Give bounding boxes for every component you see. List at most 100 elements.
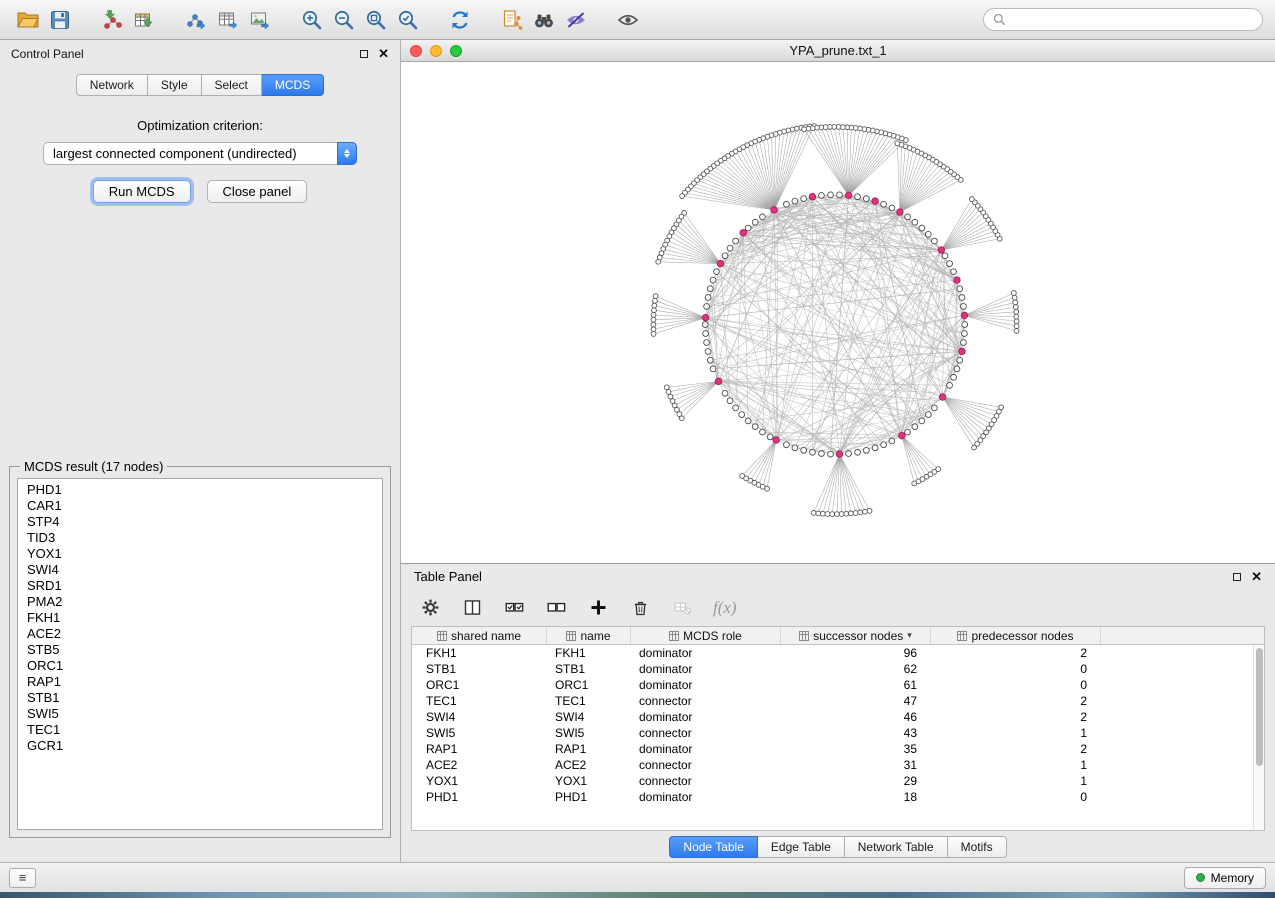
mcds-result-list[interactable]: PHD1CAR1STP4TID3YOX1SWI4SRD1PMA2FKH1ACE2… xyxy=(17,478,383,830)
table-cell-filler xyxy=(1101,741,1264,757)
open-session-button[interactable] xyxy=(12,4,44,36)
table-row[interactable]: SWI4SWI4dominator462 xyxy=(412,709,1264,725)
tab-style[interactable]: Style xyxy=(148,74,202,96)
criterion-dropdown-value: largest connected component (undirected) xyxy=(53,146,297,161)
table-vertical-scrollbar[interactable] xyxy=(1253,645,1264,830)
search-input[interactable] xyxy=(1011,13,1253,27)
table-cell: FKH1 xyxy=(547,645,631,661)
mcds-result-item[interactable]: CAR1 xyxy=(18,498,382,514)
table-cell: FKH1 xyxy=(412,645,547,661)
open-folder-icon xyxy=(16,8,40,32)
network-titlebar[interactable]: YPA_prune.txt_1 xyxy=(401,40,1275,62)
column-header-shared-name[interactable]: shared name xyxy=(412,627,547,644)
create-column-button[interactable] xyxy=(587,597,609,619)
tab-mcds[interactable]: MCDS xyxy=(262,74,324,96)
criterion-dropdown[interactable]: largest connected component (undirected) xyxy=(43,142,357,165)
hide-graphics-details-button[interactable] xyxy=(560,4,592,36)
column-header-predecessor-nodes[interactable]: predecessor nodes xyxy=(931,627,1101,644)
mcds-result-item[interactable]: STP4 xyxy=(18,514,382,530)
mcds-result-item[interactable]: SRD1 xyxy=(18,578,382,594)
zoom-out-button[interactable] xyxy=(328,4,360,36)
table-row[interactable]: PHD1PHD1dominator180 xyxy=(412,789,1264,805)
panel-menu-button[interactable]: ≡ xyxy=(9,868,36,888)
search-box[interactable] xyxy=(983,8,1263,31)
table-close-panel-icon[interactable]: ✕ xyxy=(1251,570,1262,583)
table-cell: connector xyxy=(631,757,781,773)
export-table-button[interactable] xyxy=(212,4,244,36)
show-graphics-details-button[interactable] xyxy=(612,4,644,36)
column-header-successor-nodes[interactable]: successor nodes ▾ xyxy=(781,627,931,644)
find-button[interactable] xyxy=(528,4,560,36)
table-tabbar: Node Table Edge Table Network Table Moti… xyxy=(401,831,1275,862)
table-cell-filler xyxy=(1101,693,1264,709)
mcds-result-item[interactable]: STB5 xyxy=(18,642,382,658)
memory-button[interactable]: Memory xyxy=(1184,867,1266,889)
table-row[interactable]: RAP1RAP1dominator352 xyxy=(412,741,1264,757)
mcds-result-item[interactable]: SWI4 xyxy=(18,562,382,578)
window-maximize-icon[interactable] xyxy=(450,45,462,57)
window-minimize-icon[interactable] xyxy=(430,45,442,57)
mcds-result-item[interactable]: ORC1 xyxy=(18,658,382,674)
table-cell: TEC1 xyxy=(547,693,631,709)
run-mcds-button[interactable]: Run MCDS xyxy=(93,180,191,203)
column-header-mcds-role[interactable]: MCDS role xyxy=(631,627,781,644)
column-header-name[interactable]: name xyxy=(547,627,631,644)
close-panel-icon[interactable]: ✕ xyxy=(378,47,389,60)
mcds-result-item[interactable]: YOX1 xyxy=(18,546,382,562)
scrollbar-thumb[interactable] xyxy=(1256,648,1263,766)
zoom-fit-button[interactable] xyxy=(360,4,392,36)
network-canvas-area[interactable] xyxy=(401,62,1275,563)
mcds-result-item[interactable]: GCR1 xyxy=(18,738,382,754)
show-columns-button[interactable] xyxy=(461,597,483,619)
table-body: FKH1FKH1dominator962STB1STB1dominator620… xyxy=(412,645,1264,805)
mcds-result-item[interactable]: PHD1 xyxy=(18,482,382,498)
table-row[interactable]: YOX1YOX1connector291 xyxy=(412,773,1264,789)
import-table-button[interactable] xyxy=(128,4,160,36)
tab-network-table[interactable]: Network Table xyxy=(845,836,948,858)
save-session-button[interactable] xyxy=(44,4,76,36)
table-row[interactable]: STB1STB1dominator620 xyxy=(412,661,1264,677)
status-bar: ≡ Memory xyxy=(0,862,1275,892)
mcds-result-item[interactable]: ACE2 xyxy=(18,626,382,642)
delete-column-button[interactable] xyxy=(629,597,651,619)
share-document-button[interactable] xyxy=(496,4,528,36)
table-settings-button[interactable] xyxy=(419,597,441,619)
application-window: Control Panel ✕ Network Style Select MCD… xyxy=(0,0,1275,898)
tab-edge-table[interactable]: Edge Table xyxy=(758,836,845,858)
network-canvas-svg[interactable] xyxy=(401,62,1275,563)
tab-select[interactable]: Select xyxy=(202,74,262,96)
table-panel-header: Table Panel ✕ xyxy=(401,564,1275,589)
table-row[interactable]: ORC1ORC1dominator610 xyxy=(412,677,1264,693)
mcds-result-item[interactable]: TEC1 xyxy=(18,722,382,738)
table-float-panel-icon[interactable] xyxy=(1233,573,1241,581)
tab-network[interactable]: Network xyxy=(76,74,148,96)
mcds-result-item[interactable]: FKH1 xyxy=(18,610,382,626)
deselect-all-rows-button[interactable] xyxy=(545,597,567,619)
mcds-result-item[interactable]: STB1 xyxy=(18,690,382,706)
table-row[interactable]: TEC1TEC1connector472 xyxy=(412,693,1264,709)
zoom-in-button[interactable] xyxy=(296,4,328,36)
mcds-result-item[interactable]: PMA2 xyxy=(18,594,382,610)
mcds-result-item[interactable]: TID3 xyxy=(18,530,382,546)
mcds-result-item[interactable]: RAP1 xyxy=(18,674,382,690)
table-cell: 62 xyxy=(781,661,931,677)
close-panel-button[interactable]: Close panel xyxy=(207,180,308,203)
window-close-icon[interactable] xyxy=(410,45,422,57)
export-image-button[interactable] xyxy=(244,4,276,36)
table-cell: dominator xyxy=(631,789,781,805)
mcds-result-item[interactable]: SWI5 xyxy=(18,706,382,722)
mcds-result-group: MCDS result (17 nodes) PHD1CAR1STP4TID3Y… xyxy=(9,466,391,838)
refresh-view-button[interactable] xyxy=(444,4,476,36)
select-all-rows-button[interactable] xyxy=(503,597,525,619)
table-cell: 35 xyxy=(781,741,931,757)
table-row[interactable]: FKH1FKH1dominator962 xyxy=(412,645,1264,661)
zoom-selected-button[interactable] xyxy=(392,4,424,36)
tab-motifs[interactable]: Motifs xyxy=(948,836,1007,858)
table-row[interactable]: ACE2ACE2connector311 xyxy=(412,757,1264,773)
float-panel-icon[interactable] xyxy=(360,50,368,58)
tab-node-table[interactable]: Node Table xyxy=(669,836,758,858)
export-network-button[interactable] xyxy=(180,4,212,36)
import-network-button[interactable] xyxy=(96,4,128,36)
table-cell: STB1 xyxy=(547,661,631,677)
table-row[interactable]: SWI5SWI5connector431 xyxy=(412,725,1264,741)
